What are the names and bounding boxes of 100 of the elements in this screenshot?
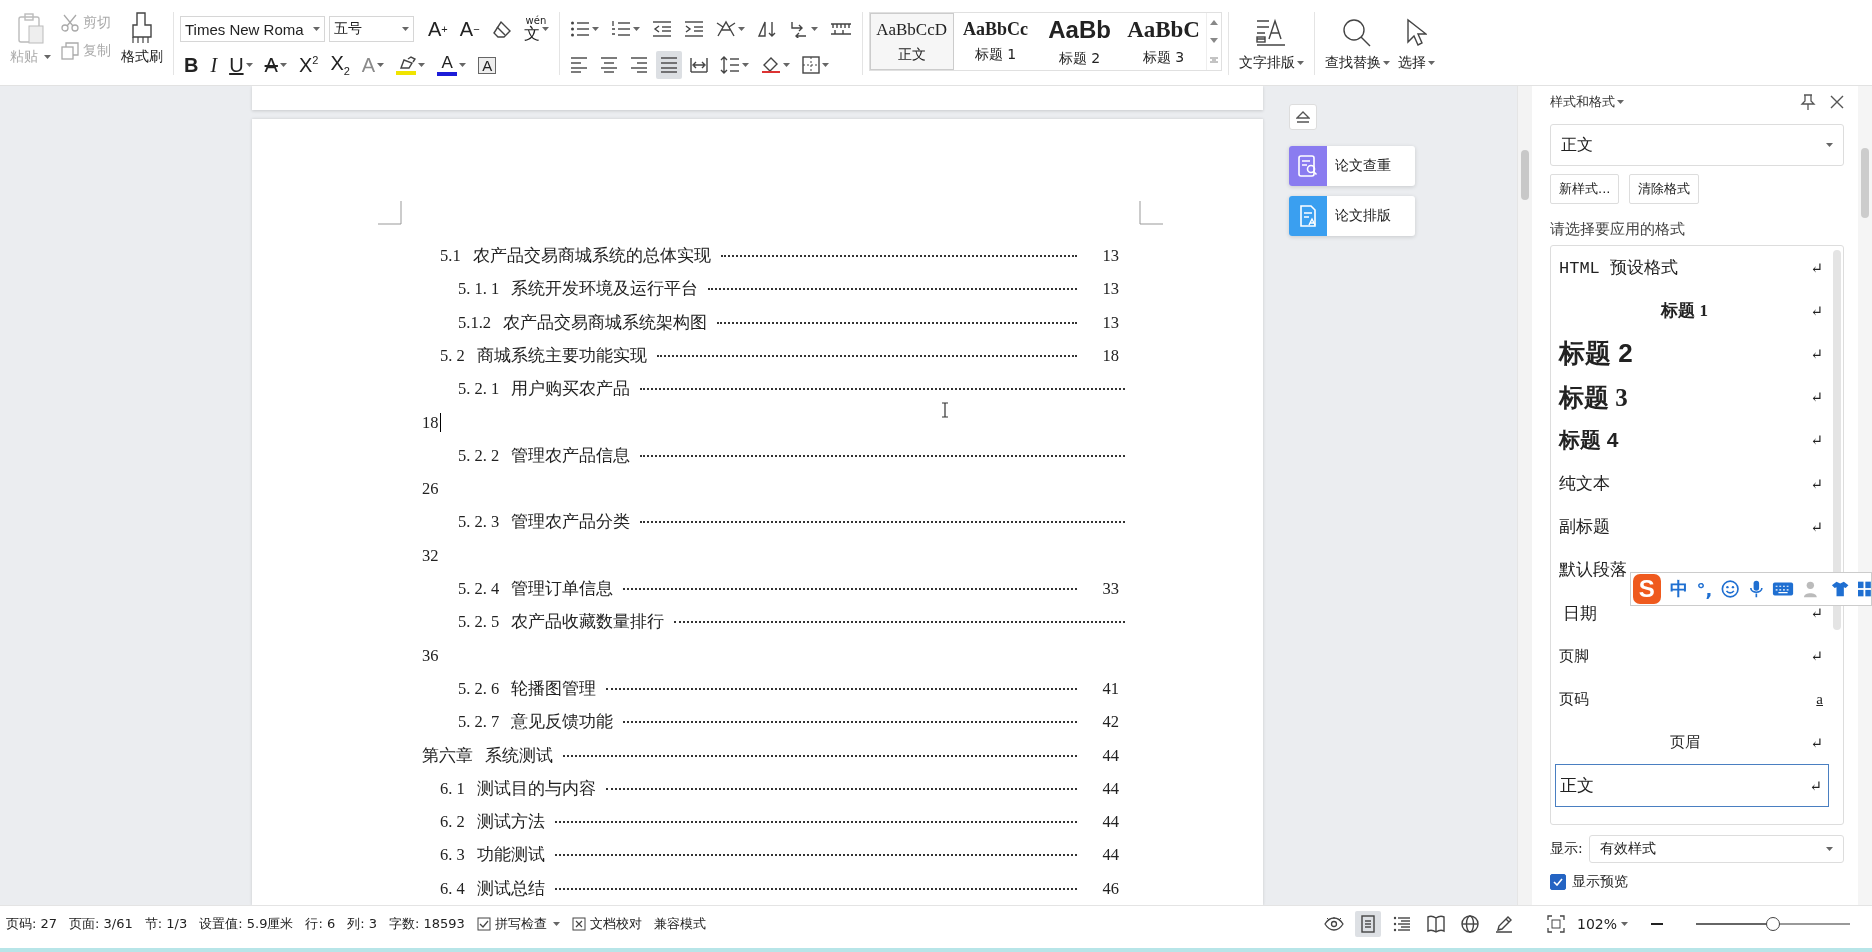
caret-icon xyxy=(552,922,560,926)
scissors-icon xyxy=(61,14,79,32)
character-border-button[interactable]: A xyxy=(474,51,501,79)
smiley-icon xyxy=(1721,579,1740,599)
toc-number: 6. 4 xyxy=(440,877,465,900)
align-left-icon xyxy=(569,57,588,73)
toc-title[interactable]: 农产品交易商城系统的总体实现 xyxy=(472,239,711,273)
pen-icon xyxy=(1494,915,1513,933)
style-item[interactable]: 标题 4 ↵ xyxy=(1555,418,1829,462)
shrink-font-button[interactable]: A$^{−}$ xyxy=(455,15,484,43)
plagiarism-check-button[interactable]: 论文查重 xyxy=(1289,146,1415,186)
numbered-list-icon xyxy=(610,20,631,38)
style-option[interactable]: AaBbCcD 正文 xyxy=(869,13,954,70)
format-painter-button[interactable]: 格式刷 xyxy=(117,10,167,68)
show-dropdown[interactable]: 有效样式 xyxy=(1588,835,1844,863)
globe-icon xyxy=(1460,915,1479,933)
strikethrough-button[interactable]: A xyxy=(260,51,291,79)
grow-font-button[interactable]: A$^{+}$ xyxy=(424,15,452,43)
underline-button[interactable]: U xyxy=(225,51,257,79)
outline-view-icon xyxy=(1392,915,1411,933)
sort-icon xyxy=(756,20,777,38)
status-text: 列: 3 xyxy=(347,915,377,933)
status-text: 节: 1/3 xyxy=(144,915,188,933)
toc-number: 5. 2. 1 xyxy=(458,378,500,401)
toc-title[interactable]: 商城系统主要功能实现 xyxy=(476,338,647,373)
toc-title[interactable]: 测试目的与内容 xyxy=(476,771,596,806)
text-layout-button[interactable]: 文字排版 xyxy=(1234,4,1308,85)
slider-thumb[interactable] xyxy=(1766,917,1780,931)
status-text: 页面: 3/61 xyxy=(69,915,133,933)
style-item[interactable]: 副标题 ↵ xyxy=(1555,505,1829,549)
style-item[interactable]: 标题 2 ↵ xyxy=(1555,332,1829,376)
proofread-button[interactable]: 文档校对 xyxy=(571,915,642,933)
show-label: 显示: xyxy=(1550,840,1583,858)
caret-icon xyxy=(1621,922,1628,926)
toc-title[interactable]: 农产品收藏数量排行 xyxy=(511,605,665,639)
scrollbar[interactable] xyxy=(1833,250,1841,630)
style-item[interactable]: 正文 ↵ xyxy=(1555,764,1829,808)
phonetic-guide-button[interactable]: wén 文 xyxy=(519,15,553,43)
style-option[interactable]: AaBb 标题 2 xyxy=(1037,13,1122,70)
bold-button[interactable]: B xyxy=(180,51,203,79)
toc-page-number: 13 xyxy=(1101,245,1119,268)
panel-title[interactable]: 样式和格式 xyxy=(1550,93,1624,111)
toc-title[interactable]: 系统开发环境及运行平台 xyxy=(511,272,699,306)
borders-icon xyxy=(801,56,820,74)
italic-button[interactable]: I xyxy=(206,51,222,79)
toc-title[interactable]: 用户购买农产品 xyxy=(511,372,631,406)
scrollbar[interactable] xyxy=(1517,86,1532,905)
toc-title[interactable]: 轮播图管理 xyxy=(511,671,597,706)
toc-title[interactable]: 测试方法 xyxy=(476,805,545,839)
toc-number: 5. 2. 2 xyxy=(458,444,500,467)
panel-button[interactable]: 清除格式 xyxy=(1629,174,1700,204)
checkbox-label: 显示预览 xyxy=(1572,873,1628,891)
style-item[interactable]: 标题 3 ↵ xyxy=(1555,375,1829,419)
outdent-icon xyxy=(651,20,672,38)
toc-page-number: 44 xyxy=(1101,777,1119,800)
justify-button[interactable] xyxy=(655,51,682,79)
caret-icon xyxy=(1296,61,1304,65)
scrollbar[interactable] xyxy=(1858,86,1872,905)
select-button[interactable]: 选择 xyxy=(1393,4,1439,85)
style-item[interactable]: 页眉 ↵ xyxy=(1555,721,1829,765)
style-item[interactable]: 纯文本 ↵ xyxy=(1555,461,1829,506)
toc-title[interactable]: 系统测试 xyxy=(485,738,553,772)
thesis-layout-button[interactable]: 论文排版 xyxy=(1289,196,1415,236)
font-color-button[interactable]: A xyxy=(433,51,471,79)
toc-page-number: 26 xyxy=(422,478,439,501)
style-item[interactable]: 页脚 ↵ xyxy=(1555,634,1829,678)
toc-title[interactable]: 测试总结 xyxy=(476,871,545,905)
style-item[interactable]: 页码 a xyxy=(1555,677,1829,722)
caret-icon xyxy=(1826,847,1833,851)
superscript-button[interactable]: X$^{2}$ xyxy=(294,51,323,79)
zoom-dropdown[interactable]: 102% xyxy=(1576,916,1628,932)
collapse-button[interactable] xyxy=(1289,104,1317,130)
punctuation-toggle[interactable]: °, xyxy=(1696,578,1713,600)
spell-check-button[interactable]: 拼写检查 xyxy=(476,915,560,933)
toc-title[interactable]: 管理农产品信息 xyxy=(511,438,631,473)
input-mode-toggle[interactable]: 中 xyxy=(1669,577,1688,601)
toc-number: 5. 2. 7 xyxy=(458,711,500,734)
toc-title[interactable]: 农产品交易商城系统架构图 xyxy=(503,305,707,339)
style-dropdown[interactable]: 正文 xyxy=(1550,124,1844,166)
font-name-field[interactable]: Times New Roma xyxy=(180,16,325,42)
subscript-button[interactable]: X$_{2}$ xyxy=(326,51,354,79)
panel-button[interactable]: 新样式... xyxy=(1550,174,1620,204)
margin-corner-icon xyxy=(378,201,402,226)
checkbox[interactable] xyxy=(1550,874,1566,890)
toc-title[interactable]: 意见反馈功能 xyxy=(511,705,614,739)
style-item[interactable]: 标题 1 ↵ xyxy=(1555,289,1829,333)
font-size-field[interactable]: 五号 xyxy=(329,16,414,42)
toc-page-number: 13 xyxy=(1101,311,1119,334)
toc-title[interactable]: 管理订单信息 xyxy=(511,572,614,606)
toc-page-number: 44 xyxy=(1101,744,1119,767)
style-type-mark: ↵ xyxy=(1810,431,1823,450)
style-option[interactable]: AaBbCc 标题 1 xyxy=(953,13,1038,70)
panel-label: 请选择要应用的格式 xyxy=(1550,220,1686,239)
toc-page-number: 33 xyxy=(1101,578,1119,601)
style-option[interactable]: AaBbC 标题 3 xyxy=(1121,13,1206,70)
toc-title[interactable]: 管理农产品分类 xyxy=(511,505,631,539)
style-item[interactable]: HTML 预设格式 ↵ xyxy=(1555,246,1829,290)
toc-title[interactable]: 功能测试 xyxy=(476,838,545,872)
page-view-button[interactable] xyxy=(1354,911,1381,937)
find-replace-button[interactable]: 查找替换 xyxy=(1320,4,1394,85)
